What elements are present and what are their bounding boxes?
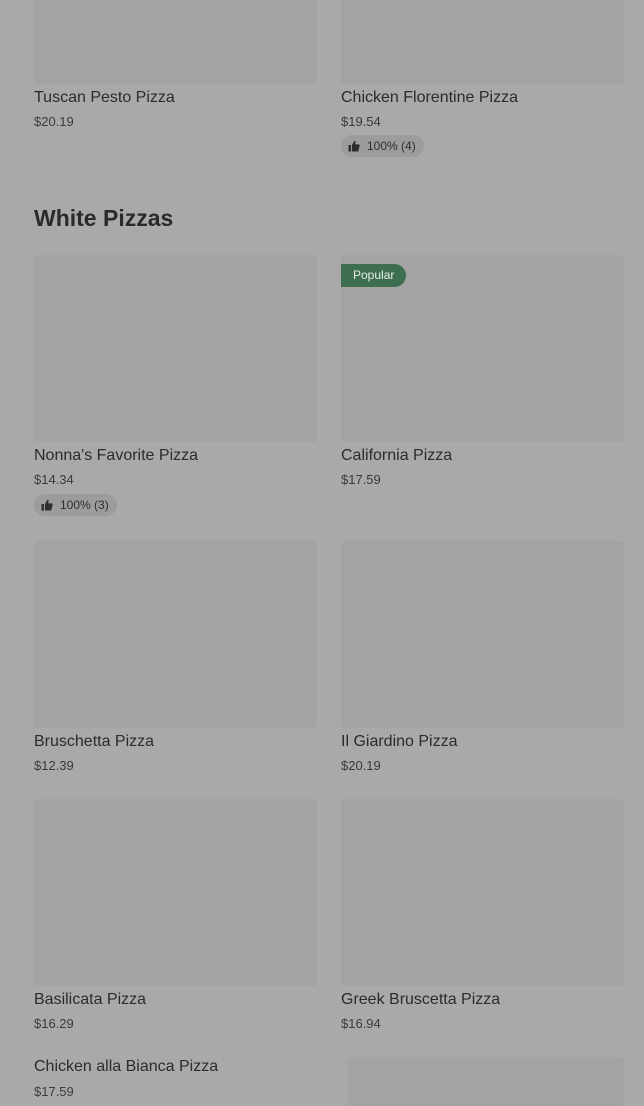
item-name: Chicken Florentine Pizza	[341, 89, 518, 106]
section-title: White Pizzas	[34, 205, 174, 231]
item-name: Basilicata Pizza	[34, 991, 147, 1008]
item-image	[34, 799, 317, 986]
rating-text: 100% (3)	[60, 498, 109, 512]
item-name: Greek Bruscetta Pizza	[341, 991, 501, 1008]
item-price: $19.54	[341, 114, 381, 129]
menu-item-card[interactable]	[348, 1057, 631, 1106]
item-price: $20.19	[341, 758, 381, 773]
item-image	[34, 0, 317, 84]
menu-item-card[interactable]: Nonna's Favorite Pizza $14.34 100% (3)	[34, 255, 317, 517]
item-image	[34, 541, 317, 728]
menu-item-card[interactable]: Chicken alla Bianca Pizza $17.59	[34, 1057, 317, 1106]
item-price: $12.39	[34, 758, 74, 773]
item-price: $20.19	[34, 114, 74, 129]
item-image	[341, 799, 624, 986]
item-price: $14.34	[34, 472, 74, 487]
menu-item-card[interactable]: Il Giardino Pizza $20.19	[341, 541, 624, 781]
menu-item-card[interactable]: Popular California Pizza $17.59	[341, 255, 624, 495]
item-image	[348, 1057, 624, 1106]
item-image	[341, 541, 624, 728]
menu-item-card[interactable]: Greek Bruscetta Pizza $16.94	[341, 799, 624, 1039]
rating-chip: 100% (3)	[34, 494, 117, 516]
item-image	[34, 255, 317, 442]
menu-page: Tuscan Pesto Pizza $20.19 Chicken Floren…	[0, 0, 644, 1106]
item-image	[341, 0, 624, 84]
menu-item-card[interactable]: Tuscan Pesto Pizza $20.19	[34, 0, 317, 140]
menu-item-card[interactable]: Basilicata Pizza $16.29	[34, 799, 317, 1039]
item-name: Nonna's Favorite Pizza	[34, 447, 199, 464]
menu-item-card[interactable]: Chicken Florentine Pizza $19.54 100% (4)	[341, 0, 624, 160]
thumbs-up-icon	[41, 499, 53, 511]
menu-item-card[interactable]: Bruschetta Pizza $12.39	[34, 541, 317, 781]
item-price: $16.29	[34, 1016, 74, 1031]
item-price: $16.94	[341, 1016, 381, 1031]
item-name: Tuscan Pesto Pizza	[34, 89, 175, 106]
popular-badge: Popular	[341, 264, 407, 287]
rating-chip: 100% (4)	[341, 135, 424, 157]
item-price: $17.59	[341, 472, 381, 487]
item-name: Chicken alla Bianca Pizza	[34, 1058, 219, 1075]
item-name: California Pizza	[341, 447, 453, 464]
thumbs-up-icon	[348, 140, 360, 152]
rating-text: 100% (4)	[367, 139, 416, 153]
item-name: Bruschetta Pizza	[34, 733, 155, 750]
item-price: $17.59	[34, 1084, 74, 1099]
item-name: Il Giardino Pizza	[341, 733, 458, 750]
